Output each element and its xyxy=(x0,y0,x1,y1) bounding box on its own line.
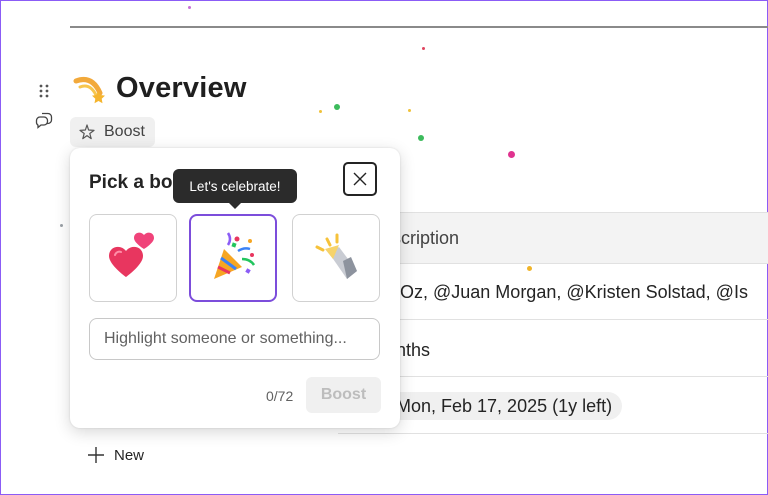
row-divider xyxy=(338,319,768,320)
column-header-description[interactable]: escription xyxy=(338,212,768,264)
party-popper-icon xyxy=(214,232,256,279)
boost-chip-button[interactable]: Boost xyxy=(70,117,155,147)
confetti-dot xyxy=(527,266,532,271)
confetti-dot xyxy=(418,135,424,141)
close-button[interactable] xyxy=(343,162,377,196)
character-counter: 0/72 xyxy=(266,388,294,404)
confetti-dot xyxy=(334,104,340,110)
table-cell-people[interactable]: y Oz, @Juan Morgan, @Kristen Solstad, @I… xyxy=(386,282,748,303)
confetti-dot xyxy=(508,151,515,158)
popup-title: Pick a boo xyxy=(89,172,185,193)
boost-popup: Pick a boo Let's celebrate! Highlight so… xyxy=(70,148,400,428)
divider xyxy=(70,26,768,28)
flashlight-icon xyxy=(315,233,357,279)
confetti-dot xyxy=(319,110,322,113)
boost-chip-label: Boost xyxy=(104,123,145,140)
confetti-dot xyxy=(408,109,411,112)
row-divider xyxy=(338,376,768,377)
new-row-label: New xyxy=(114,446,145,464)
two-hearts-icon xyxy=(109,232,154,277)
plus-icon xyxy=(88,447,104,463)
confetti-dot xyxy=(422,47,425,50)
row-divider xyxy=(338,433,768,434)
boost-option-party[interactable] xyxy=(189,214,277,302)
tooltip: Let's celebrate! xyxy=(173,169,297,209)
shooting-star-icon xyxy=(73,77,105,104)
highlight-input[interactable] xyxy=(89,318,380,360)
comment-icon[interactable] xyxy=(35,111,53,129)
confetti-dot xyxy=(60,224,63,227)
boost-option-hearts[interactable] xyxy=(89,214,177,302)
drag-handle-icon[interactable] xyxy=(38,84,50,98)
date-pill[interactable]: Mon, Feb 17, 2025 (1y left) xyxy=(380,392,623,420)
sparkle-boost-icon xyxy=(79,124,95,140)
confetti-dot xyxy=(188,6,191,9)
new-row-button[interactable]: New xyxy=(86,445,144,465)
table-cell-duration[interactable]: nths xyxy=(396,340,430,361)
close-icon xyxy=(353,172,367,186)
boost-submit-button[interactable]: Boost xyxy=(306,377,381,413)
boost-option-flashlight[interactable] xyxy=(292,214,380,302)
page-title: Overview xyxy=(116,72,247,104)
